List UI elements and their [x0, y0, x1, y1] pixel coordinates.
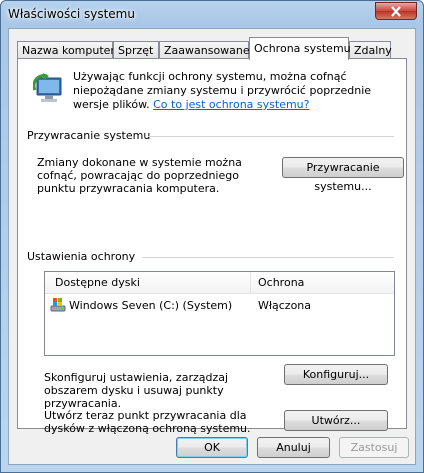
drives-list[interactable]: Dostępne dyski Ochrona Windows Seven (C:…	[44, 271, 395, 356]
system-protection-icon	[33, 73, 62, 102]
restore-group-heading: Przywracanie systemu	[27, 129, 151, 142]
column-separator	[250, 272, 251, 293]
configure-button[interactable]: Konfiguruj...	[284, 364, 388, 385]
protection-group-heading: Ustawienia ochrony	[27, 250, 136, 263]
cancel-button[interactable]: Anuluj	[257, 437, 330, 458]
tab-remote[interactable]: Zdalny	[349, 41, 392, 59]
restore-description: Zmiany dokonane w systemie można cofnąć,…	[37, 156, 242, 195]
apply-button[interactable]: Zastosuj	[339, 437, 409, 458]
tab-system-protection[interactable]: Ochrona systemu	[249, 37, 351, 60]
restore-group-divider	[148, 136, 394, 137]
hard-drive-icon	[50, 298, 66, 312]
drives-list-header: Dostępne dyski Ochrona	[45, 272, 394, 294]
tab-hardware[interactable]: Sprzęt	[113, 41, 159, 59]
create-description: Utwórz teraz punkt przywracania dla dysk…	[44, 409, 251, 435]
create-button[interactable]: Utwórz...	[284, 410, 388, 431]
drive-name: Windows Seven (C:) (System)	[69, 299, 233, 312]
tab-label: Zaawansowane	[164, 44, 250, 57]
dialog-client-area: Nazwa komputera Sprzęt Zaawansowane Ochr…	[8, 28, 416, 465]
configure-description: Skonfiguruj ustawienia, zarządzaj obszar…	[44, 371, 229, 410]
tab-panel-system-protection: Używając funkcji ochrony systemu, można …	[17, 58, 407, 435]
close-button[interactable]	[375, 2, 417, 20]
title-bar[interactable]: Właściwości systemu	[1, 1, 423, 27]
tab-computer-name[interactable]: Nazwa komputera	[17, 41, 122, 59]
tab-advanced[interactable]: Zaawansowane	[159, 41, 250, 59]
tab-label: Nazwa komputera	[22, 44, 122, 57]
info-description: Używając funkcji ochrony systemu, można …	[73, 70, 393, 112]
close-icon	[391, 5, 401, 17]
window-title: Właściwości systemu	[8, 7, 135, 21]
column-header-drives[interactable]: Dostępne dyski	[55, 276, 140, 289]
tab-label: Zdalny	[354, 44, 392, 57]
table-row[interactable]: Windows Seven (C:) (System) Włączona	[46, 295, 393, 315]
system-properties-window: Właściwości systemu Nazwa komputera Sprz…	[0, 0, 424, 473]
tab-label: Sprzęt	[118, 44, 154, 57]
tab-strip: Nazwa komputera Sprzęt Zaawansowane Ochr…	[17, 37, 407, 60]
ok-button[interactable]: OK	[176, 437, 248, 458]
system-restore-button[interactable]: Przywracanie systemu...	[282, 157, 404, 193]
protection-group-divider	[142, 257, 394, 258]
help-link[interactable]: Co to jest ochrona systemu?	[153, 98, 309, 111]
tab-label: Ochrona systemu	[254, 42, 351, 55]
column-header-protection[interactable]: Ochrona	[258, 276, 304, 289]
drive-protection-status: Włączona	[258, 299, 312, 312]
